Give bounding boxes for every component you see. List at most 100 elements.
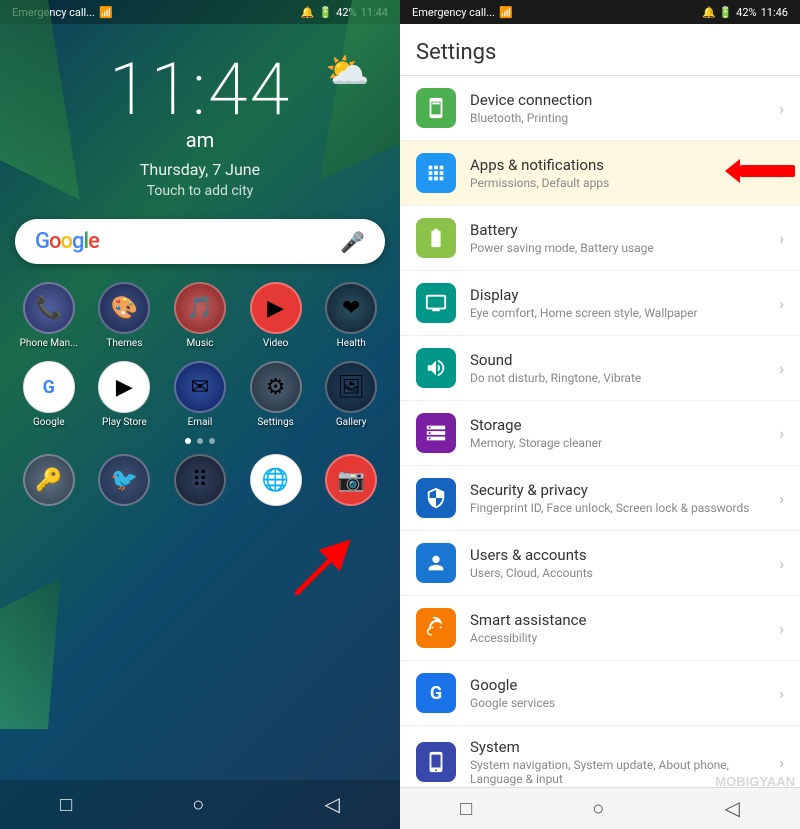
settings-title-bar: Settings: [400, 24, 800, 76]
smart-assistance-sub: Accessibility: [470, 631, 779, 645]
battery-sub: Power saving mode, Battery usage: [470, 241, 779, 255]
app-item-phone[interactable]: 📞 Phone Man...: [15, 282, 83, 349]
app-grid-row1: 📞 Phone Man... 🎨 Themes 🎵 Music ▶ Video …: [0, 274, 400, 357]
page-dots: [0, 432, 400, 450]
settings-item-google[interactable]: G Google Google services ›: [400, 661, 800, 726]
settings-item-security[interactable]: Security & privacy Fingerprint ID, Face …: [400, 466, 800, 531]
app-item-settings-app[interactable]: ⚙ Settings: [242, 361, 310, 428]
app-label-google: Google: [33, 417, 65, 428]
app-label-health: Health: [337, 338, 366, 349]
settings-item-users[interactable]: Users & accounts Users, Cloud, Accounts …: [400, 531, 800, 596]
storage-sub: Memory, Storage cleaner: [470, 436, 779, 450]
settings-item-device-connection[interactable]: Device connection Bluetooth, Printing ›: [400, 76, 800, 141]
chevron-security: ›: [779, 489, 784, 508]
app-label-themes: Themes: [106, 338, 142, 349]
app-item-google[interactable]: G Google: [15, 361, 83, 428]
app-icon-notes: 🐦: [98, 454, 150, 506]
sim-icon-right: 📶: [499, 6, 513, 19]
device-connection-name: Device connection: [470, 91, 779, 109]
left-panel: Emergency call... 📶 🔔 🔋 42% 11:44 ⛅ 11:4…: [0, 0, 400, 829]
app-label-email: Email: [188, 417, 213, 428]
dot-3: [209, 438, 215, 444]
security-icon: [416, 478, 456, 518]
app-icon-health: ❤: [325, 282, 377, 334]
mic-icon[interactable]: 🎤: [340, 230, 365, 254]
nav-back-right[interactable]: ◁: [725, 796, 740, 821]
app-item-chrome[interactable]: 🌐: [242, 454, 310, 510]
red-arrow-diagonal: [295, 535, 355, 599]
dot-2: [197, 438, 203, 444]
nav-bar-right: □ ○ ◁: [400, 787, 800, 829]
battery-icon-settings: [416, 218, 456, 258]
nav-home-right[interactable]: ○: [592, 796, 604, 821]
app-label-phone: Phone Man...: [20, 338, 78, 349]
clock-time: 11:44: [0, 54, 400, 126]
right-status-right: 🔔 🔋 42% 11:46: [702, 6, 788, 19]
app-item-notes[interactable]: 🐦: [91, 454, 159, 510]
users-icon: [416, 543, 456, 583]
app-icon-gallery: 🖼: [325, 361, 377, 413]
app-label-gallery: Gallery: [336, 417, 367, 428]
security-text: Security & privacy Fingerprint ID, Face …: [470, 481, 779, 515]
app-item-video[interactable]: ▶ Video: [242, 282, 310, 349]
display-text: Display Eye comfort, Home screen style, …: [470, 286, 779, 320]
chevron-battery: ›: [779, 229, 784, 248]
smart-assistance-name: Smart assistance: [470, 611, 779, 629]
display-name: Display: [470, 286, 779, 304]
settings-list: Device connection Bluetooth, Printing › …: [400, 76, 800, 787]
settings-item-display[interactable]: Display Eye comfort, Home screen style, …: [400, 271, 800, 336]
app-icon-phone: 📞: [23, 282, 75, 334]
app-icon-themes: 🎨: [98, 282, 150, 334]
app-item-email[interactable]: ✉ Email: [166, 361, 234, 428]
sound-icon: [416, 348, 456, 388]
chevron-google: ›: [779, 684, 784, 703]
sound-text: Sound Do not disturb, Ringtone, Vibrate: [470, 351, 779, 385]
device-connection-icon: [416, 88, 456, 128]
settings-item-battery[interactable]: Battery Power saving mode, Battery usage…: [400, 206, 800, 271]
settings-item-storage[interactable]: Storage Memory, Storage cleaner ›: [400, 401, 800, 466]
app-label-playstore: Play Store: [102, 417, 147, 428]
smart-assistance-icon: [416, 608, 456, 648]
app-item-camera[interactable]: 📷: [317, 454, 385, 510]
app-item-health[interactable]: ❤ Health: [317, 282, 385, 349]
settings-item-apps-notifications[interactable]: Apps & notifications Permissions, Defaul…: [400, 141, 800, 206]
app-icon-music: 🎵: [174, 282, 226, 334]
app-icon-settings-app: ⚙: [250, 361, 302, 413]
time-right: 11:46: [761, 6, 788, 19]
right-status-bar: Emergency call... 📶 🔔 🔋 42% 11:46: [400, 0, 800, 24]
app-icon-chrome: 🌐: [250, 454, 302, 506]
app-icon-grid: ⠿: [174, 454, 226, 506]
clock-city: Touch to add city: [0, 183, 400, 199]
app-item-playstore[interactable]: ▶ Play Store: [91, 361, 159, 428]
nav-bar-left: □ ○ ◁: [0, 780, 400, 829]
leaf-bottom-left: [0, 579, 60, 729]
app-icon-email: ✉: [174, 361, 226, 413]
chevron-storage: ›: [779, 424, 784, 443]
chevron-system: ›: [779, 753, 784, 772]
search-bar[interactable]: Google 🎤: [15, 219, 385, 264]
app-icon-video: ▶: [250, 282, 302, 334]
nav-home-left[interactable]: ○: [192, 792, 204, 817]
google-settings-text: Google Google services: [470, 676, 779, 710]
sound-name: Sound: [470, 351, 779, 369]
app-icon-camera: 📷: [325, 454, 377, 506]
nav-recents-left[interactable]: □: [60, 792, 72, 817]
app-item-key[interactable]: 🔑: [15, 454, 83, 510]
settings-item-smart-assistance[interactable]: Smart assistance Accessibility ›: [400, 596, 800, 661]
app-item-music[interactable]: 🎵 Music: [166, 282, 234, 349]
security-sub: Fingerprint ID, Face unlock, Screen lock…: [470, 501, 779, 515]
app-label-video: Video: [263, 338, 288, 349]
right-panel: Emergency call... 📶 🔔 🔋 42% 11:46 Settin…: [400, 0, 800, 829]
nav-back-left[interactable]: ◁: [325, 792, 340, 817]
app-item-grid[interactable]: ⠿: [166, 454, 234, 510]
users-name: Users & accounts: [470, 546, 779, 564]
settings-item-sound[interactable]: Sound Do not disturb, Ringtone, Vibrate …: [400, 336, 800, 401]
icons-right: 🔔 🔋: [702, 6, 732, 19]
app-item-gallery[interactable]: 🖼 Gallery: [317, 361, 385, 428]
app-icon-playstore: ▶: [98, 361, 150, 413]
app-item-themes[interactable]: 🎨 Themes: [91, 282, 159, 349]
nav-recents-right[interactable]: □: [460, 796, 472, 821]
display-icon: [416, 283, 456, 323]
battery-name: Battery: [470, 221, 779, 239]
google-settings-name: Google: [470, 676, 779, 694]
